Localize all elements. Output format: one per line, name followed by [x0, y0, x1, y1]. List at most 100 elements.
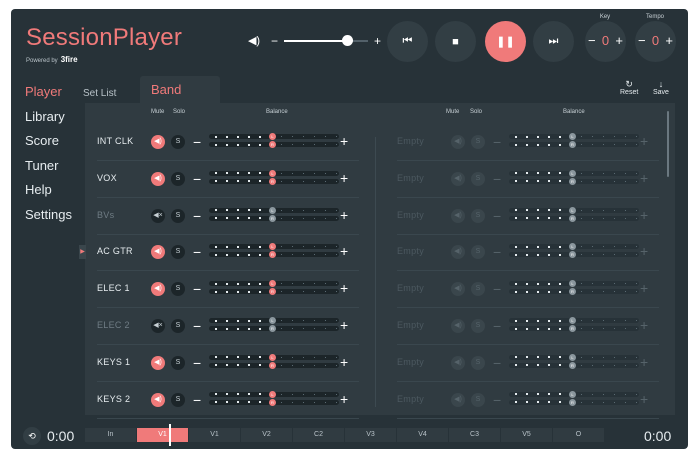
balance-meter[interactable]: R	[509, 288, 639, 296]
balance-plus-button[interactable]: +	[340, 280, 348, 296]
volume-knob[interactable]	[342, 35, 354, 46]
balance-knob[interactable]: R	[569, 214, 576, 222]
solo-button[interactable]: S	[171, 355, 185, 370]
tab-band[interactable]: Band	[140, 76, 220, 103]
solo-button[interactable]: S	[471, 171, 485, 186]
mute-button[interactable]: ◀)	[451, 282, 465, 297]
volume-minus-icon[interactable]: −	[271, 34, 278, 48]
mute-button[interactable]: ◀)	[151, 171, 165, 186]
balance-knob[interactable]: L	[269, 169, 276, 177]
balance-minus-button[interactable]: −	[193, 281, 201, 297]
solo-button[interactable]: S	[471, 135, 485, 149]
balance-meter[interactable]: R	[209, 177, 339, 185]
balance-knob[interactable]: L	[569, 390, 576, 398]
balance-meter[interactable]: R	[509, 214, 639, 222]
save-button[interactable]: ↓ Save	[653, 80, 669, 97]
balance-meter[interactable]: L	[509, 243, 639, 251]
balance-minus-button[interactable]: −	[193, 318, 201, 334]
mute-button[interactable]: ◀)	[451, 392, 465, 407]
balance-plus-button[interactable]: +	[640, 243, 648, 259]
balance-meter[interactable]: L	[209, 353, 339, 361]
volume-slider[interactable]	[284, 35, 369, 46]
loop-icon[interactable]: ⟲	[23, 427, 41, 445]
balance-plus-button[interactable]: +	[640, 391, 648, 407]
balance-plus-button[interactable]: +	[340, 207, 348, 223]
balance-meter[interactable]: L	[509, 169, 639, 177]
mute-button[interactable]: ◀)	[151, 392, 165, 407]
scrollbar[interactable]	[667, 111, 669, 177]
balance-plus-button[interactable]: +	[340, 317, 348, 333]
section-marker[interactable]: O	[553, 428, 604, 442]
balance-plus-button[interactable]: +	[340, 133, 348, 149]
balance-meter[interactable]: L	[509, 353, 639, 361]
playhead[interactable]	[169, 424, 171, 446]
section-marker[interactable]: In	[85, 428, 136, 442]
pause-button[interactable]: ❚❚	[485, 21, 526, 62]
section-marker[interactable]: V4	[397, 428, 448, 442]
solo-button[interactable]: S	[171, 135, 185, 149]
balance-meter[interactable]: L	[209, 206, 339, 214]
balance-meter[interactable]: L	[509, 280, 639, 288]
mute-button[interactable]: ◀×	[151, 208, 165, 223]
balance-knob[interactable]: R	[569, 398, 576, 406]
balance-knob[interactable]: L	[269, 133, 276, 140]
section-marker[interactable]: V2	[241, 428, 292, 442]
mute-button[interactable]: ◀)	[451, 135, 465, 149]
balance-meter[interactable]: R	[509, 361, 639, 369]
balance-minus-button[interactable]: −	[493, 355, 501, 371]
section-marker[interactable]: V1	[137, 428, 188, 442]
balance-meter[interactable]: L	[509, 206, 639, 214]
previous-button[interactable]: ⏮	[387, 21, 428, 62]
balance-meter[interactable]: R	[509, 141, 639, 148]
nav-item-tuner[interactable]: Tuner	[25, 157, 72, 182]
nav-item-settings[interactable]: Settings	[25, 206, 72, 231]
balance-plus-button[interactable]: +	[640, 354, 648, 370]
balance-meter[interactable]: L	[209, 390, 339, 398]
balance-minus-button[interactable]: −	[493, 171, 501, 187]
balance-meter[interactable]: L	[209, 280, 339, 288]
balance-knob[interactable]: R	[569, 325, 576, 332]
balance-meter[interactable]: R	[509, 251, 639, 259]
balance-knob[interactable]: R	[269, 398, 276, 406]
key-plus-button[interactable]: +	[615, 33, 623, 48]
speaker-icon[interactable]: ◀)	[247, 34, 261, 48]
section-marker[interactable]: C2	[293, 428, 344, 442]
balance-knob[interactable]: R	[269, 214, 276, 222]
solo-button[interactable]: S	[171, 392, 185, 407]
balance-knob[interactable]: L	[569, 280, 576, 288]
balance-minus-button[interactable]: −	[493, 244, 501, 260]
balance-minus-button[interactable]: −	[193, 355, 201, 371]
section-marker[interactable]: V3	[345, 428, 396, 442]
balance-meter[interactable]: R	[209, 288, 339, 296]
mute-button[interactable]: ◀)	[151, 135, 165, 149]
mute-button[interactable]: ◀)	[451, 319, 465, 333]
balance-knob[interactable]: R	[569, 361, 576, 369]
balance-knob[interactable]: L	[569, 206, 576, 214]
solo-button[interactable]: S	[471, 355, 485, 370]
nav-item-player[interactable]: Player	[25, 83, 72, 108]
balance-knob[interactable]: L	[269, 243, 276, 251]
balance-plus-button[interactable]: +	[640, 170, 648, 186]
mute-button[interactable]: ◀×	[151, 319, 165, 333]
balance-knob[interactable]: L	[269, 206, 276, 214]
balance-minus-button[interactable]: −	[193, 244, 201, 260]
balance-knob[interactable]: R	[269, 251, 276, 259]
solo-button[interactable]: S	[471, 319, 485, 333]
balance-knob[interactable]: R	[569, 288, 576, 296]
tempo-plus-button[interactable]: +	[665, 33, 673, 48]
balance-meter[interactable]: L	[209, 169, 339, 177]
balance-meter[interactable]: L	[209, 133, 339, 140]
balance-plus-button[interactable]: +	[340, 391, 348, 407]
balance-knob[interactable]: L	[569, 169, 576, 177]
mute-button[interactable]: ◀)	[151, 355, 165, 370]
balance-knob[interactable]: R	[269, 325, 276, 332]
balance-meter[interactable]: R	[509, 177, 639, 185]
balance-minus-button[interactable]: −	[493, 318, 501, 334]
panel-expand-handle[interactable]: ▶	[79, 245, 86, 259]
balance-plus-button[interactable]: +	[340, 354, 348, 370]
section-marker[interactable]: C3	[449, 428, 500, 442]
balance-knob[interactable]: L	[569, 317, 576, 324]
balance-meter[interactable]: L	[209, 317, 339, 324]
balance-plus-button[interactable]: +	[640, 207, 648, 223]
stop-button[interactable]: ■	[435, 21, 476, 62]
